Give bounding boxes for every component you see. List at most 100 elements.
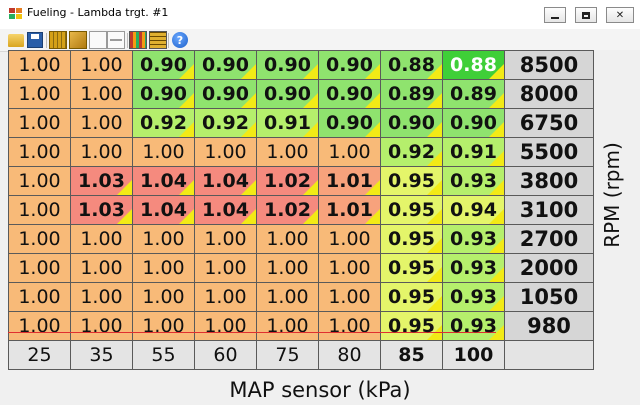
lambda-cell[interactable]: 0.90 xyxy=(380,108,443,138)
lambda-cell[interactable]: 0.95 xyxy=(380,166,443,196)
lambda-cell[interactable]: 1.00 xyxy=(70,79,133,109)
lambda-cell[interactable]: 1.00 xyxy=(70,282,133,312)
rpm-axis-value[interactable]: 3100 xyxy=(504,195,594,225)
map-axis-value[interactable]: 85 xyxy=(380,340,443,370)
lambda-cell[interactable]: 0.95 xyxy=(380,311,443,341)
lambda-cell[interactable]: 0.95 xyxy=(380,253,443,283)
rpm-axis-value[interactable]: 8500 xyxy=(504,50,594,80)
lambda-cell[interactable]: 1.00 xyxy=(256,311,319,341)
rpm-axis-value[interactable]: 8000 xyxy=(504,79,594,109)
lambda-cell[interactable]: 1.00 xyxy=(8,253,71,283)
lambda-cell[interactable]: 0.91 xyxy=(256,108,319,138)
grid-view-icon[interactable] xyxy=(49,31,67,49)
lambda-cell[interactable]: 1.00 xyxy=(132,224,195,254)
lambda-cell[interactable]: 1.04 xyxy=(132,195,195,225)
lambda-cell[interactable]: 0.90 xyxy=(256,79,319,109)
rpm-axis-value[interactable]: 2700 xyxy=(504,224,594,254)
lambda-cell[interactable]: 0.90 xyxy=(194,79,257,109)
lambda-cell[interactable]: 1.00 xyxy=(256,224,319,254)
lambda-cell[interactable]: 1.00 xyxy=(70,253,133,283)
lambda-cell[interactable]: 0.93 xyxy=(442,311,505,341)
rpm-axis-value[interactable]: 6750 xyxy=(504,108,594,138)
lambda-cell[interactable]: 1.03 xyxy=(70,195,133,225)
save-icon[interactable] xyxy=(27,32,43,48)
lambda-cell[interactable]: 0.95 xyxy=(380,224,443,254)
lambda-cell[interactable]: 0.90 xyxy=(318,108,381,138)
lambda-cell[interactable]: 0.94 xyxy=(442,195,505,225)
lambda-cell[interactable]: 0.93 xyxy=(442,224,505,254)
map-axis-value[interactable]: 35 xyxy=(70,340,133,370)
close-button[interactable]: ✕ xyxy=(606,7,634,23)
map-axis-value[interactable]: 75 xyxy=(256,340,319,370)
lambda-cell[interactable]: 1.00 xyxy=(318,224,381,254)
color-map-icon[interactable] xyxy=(129,31,147,49)
lambda-cell[interactable]: 1.00 xyxy=(8,108,71,138)
lambda-cell[interactable]: 0.93 xyxy=(442,166,505,196)
lambda-cell[interactable]: 1.00 xyxy=(194,224,257,254)
lambda-cell[interactable]: 0.90 xyxy=(442,108,505,138)
lambda-cell[interactable]: 0.89 xyxy=(380,79,443,109)
lambda-cell[interactable]: 0.92 xyxy=(132,108,195,138)
lambda-cell[interactable]: 1.00 xyxy=(70,108,133,138)
rpm-axis-value[interactable]: 3800 xyxy=(504,166,594,196)
lambda-cell[interactable]: 0.93 xyxy=(442,253,505,283)
lambda-cell[interactable]: 1.00 xyxy=(70,311,133,341)
lambda-cell[interactable]: 1.00 xyxy=(318,253,381,283)
lambda-cell[interactable]: 0.92 xyxy=(380,137,443,167)
lambda-cell[interactable]: 0.90 xyxy=(318,79,381,109)
rpm-axis-value[interactable]: 5500 xyxy=(504,137,594,167)
lambda-cell[interactable]: 0.93 xyxy=(442,282,505,312)
lambda-cell[interactable]: 0.88 xyxy=(380,50,443,80)
lambda-cell[interactable]: 1.00 xyxy=(8,195,71,225)
lambda-cell[interactable]: 0.90 xyxy=(132,79,195,109)
lambda-cell[interactable]: 1.00 xyxy=(194,311,257,341)
maximize-button[interactable] xyxy=(575,7,597,23)
lambda-cell[interactable]: 1.00 xyxy=(8,79,71,109)
lambda-cell[interactable]: 1.00 xyxy=(318,311,381,341)
lambda-cell[interactable]: 1.00 xyxy=(318,282,381,312)
lambda-cell[interactable]: 0.88 xyxy=(442,50,505,80)
lambda-cell[interactable]: 1.00 xyxy=(132,282,195,312)
lambda-cell[interactable]: 1.00 xyxy=(256,137,319,167)
help-icon[interactable]: ? xyxy=(172,32,188,48)
lambda-cell[interactable]: 0.92 xyxy=(194,108,257,138)
lambda-cell[interactable]: 1.00 xyxy=(318,137,381,167)
map-axis-value[interactable]: 100 xyxy=(442,340,505,370)
lambda-cell[interactable]: 1.02 xyxy=(256,195,319,225)
lambda-cell[interactable]: 1.00 xyxy=(194,137,257,167)
lambda-cell[interactable]: 1.00 xyxy=(8,311,71,341)
lambda-cell[interactable]: 1.00 xyxy=(70,137,133,167)
rpm-axis-value[interactable]: 980 xyxy=(504,311,594,341)
map-axis-value[interactable]: 55 xyxy=(132,340,195,370)
lambda-cell[interactable]: 1.00 xyxy=(256,282,319,312)
lambda-cell[interactable]: 0.95 xyxy=(380,195,443,225)
map-axis-value[interactable]: 25 xyxy=(8,340,71,370)
minimize-button[interactable] xyxy=(544,7,566,23)
map-axis-value[interactable]: 60 xyxy=(194,340,257,370)
lambda-cell[interactable]: 0.90 xyxy=(132,50,195,80)
open-icon[interactable] xyxy=(8,34,24,47)
lambda-cell[interactable]: 1.00 xyxy=(8,137,71,167)
rpm-axis-value[interactable]: 2000 xyxy=(504,253,594,283)
lambda-cell[interactable]: 1.04 xyxy=(132,166,195,196)
lambda-cell[interactable]: 0.95 xyxy=(380,282,443,312)
lambda-cell[interactable]: 1.00 xyxy=(8,282,71,312)
lambda-cell[interactable]: 1.03 xyxy=(70,166,133,196)
lambda-cell[interactable]: 1.00 xyxy=(8,50,71,80)
lambda-cell[interactable]: 1.00 xyxy=(194,282,257,312)
lambda-cell[interactable]: 0.89 xyxy=(442,79,505,109)
lambda-cell[interactable]: 1.02 xyxy=(256,166,319,196)
blank-table-icon[interactable] xyxy=(89,31,107,49)
lambda-cell[interactable]: 1.00 xyxy=(70,224,133,254)
lambda-cell[interactable]: 1.01 xyxy=(318,166,381,196)
lambda-cell[interactable]: 1.00 xyxy=(132,137,195,167)
lambda-cell[interactable]: 0.90 xyxy=(318,50,381,80)
lambda-cell[interactable]: 1.00 xyxy=(132,253,195,283)
lambda-cell[interactable]: 1.04 xyxy=(194,195,257,225)
lambda-cell[interactable]: 1.00 xyxy=(8,224,71,254)
lambda-cell[interactable]: 1.00 xyxy=(132,311,195,341)
lambda-cell[interactable]: 1.00 xyxy=(194,253,257,283)
map-axis-value[interactable]: 80 xyxy=(318,340,381,370)
lambda-cell[interactable]: 1.00 xyxy=(8,166,71,196)
lambda-cell[interactable]: 0.90 xyxy=(194,50,257,80)
